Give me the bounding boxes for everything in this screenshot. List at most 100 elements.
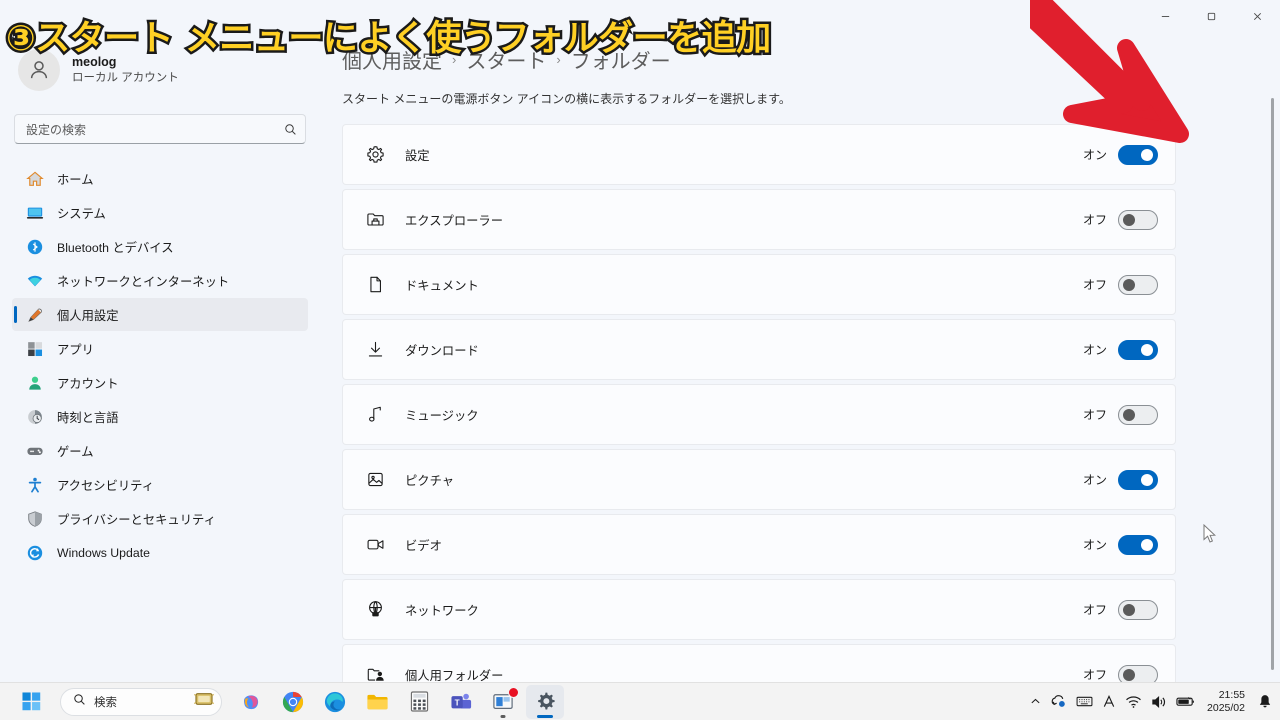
- toggle-state-label: オフ: [1082, 603, 1107, 617]
- toggle-knob: [1123, 278, 1135, 291]
- toggle-state-label: オン: [1082, 473, 1107, 487]
- sidebar-item-9[interactable]: ゲーム: [12, 434, 308, 467]
- onedrive-sync-icon[interactable]: [1050, 694, 1067, 709]
- taskbar-app-settings[interactable]: [526, 684, 564, 719]
- personalization-icon: [26, 306, 44, 324]
- accessibility-icon: [26, 476, 44, 494]
- folder-row[interactable]: エクスプローラー オフ: [342, 189, 1176, 250]
- folder-row[interactable]: 個人用フォルダー オフ: [342, 644, 1176, 682]
- sidebar-item-12[interactable]: Windows Update: [12, 536, 308, 569]
- taskbar: 検索 T 21:55 2025/02: [0, 682, 1280, 720]
- folder-row[interactable]: ビデオ オン: [342, 514, 1176, 575]
- ime-mode-a-icon[interactable]: [1102, 694, 1116, 709]
- folder-row[interactable]: ミュージック オフ: [342, 384, 1176, 445]
- folder-row[interactable]: ピクチャ オン: [342, 449, 1176, 510]
- taskbar-app-teams[interactable]: T: [442, 685, 480, 719]
- sidebar-item-3[interactable]: Bluetooth とデバイス: [12, 230, 308, 263]
- volume-icon[interactable]: [1151, 695, 1167, 709]
- taskbar-app-chrome[interactable]: [274, 685, 312, 719]
- folder-row[interactable]: ドキュメント オフ: [342, 254, 1176, 315]
- personal-folder-icon: [365, 665, 385, 682]
- folder-icon: [366, 694, 388, 709]
- sidebar-item-7[interactable]: アカウント: [12, 366, 308, 399]
- sidebar-item-6[interactable]: アプリ: [12, 332, 308, 365]
- picture-icon: [365, 470, 385, 489]
- clock-date: 2025/02: [1207, 701, 1245, 714]
- download-icon: [365, 340, 385, 359]
- video-camera-icon: [365, 535, 385, 554]
- toggle-knob: [1123, 408, 1135, 421]
- folder-label: 設定: [405, 148, 430, 163]
- home-icon: [26, 170, 44, 188]
- folder-row[interactable]: ネットワーク オフ: [342, 579, 1176, 640]
- wifi-icon[interactable]: [1125, 695, 1142, 709]
- toggle-state-label: オン: [1082, 538, 1107, 552]
- music-note-icon: [365, 405, 385, 424]
- sidebar-item-label: Windows Update: [57, 545, 150, 560]
- chevron-up-icon[interactable]: [1030, 696, 1041, 707]
- sidebar-item-1[interactable]: ホーム: [12, 162, 308, 195]
- taskbar-app-store[interactable]: [484, 685, 522, 719]
- sidebar-item-2[interactable]: システム: [12, 196, 308, 229]
- sidebar-item-4[interactable]: ネットワークとインターネット: [12, 264, 308, 297]
- folder-toggle[interactable]: [1118, 339, 1158, 360]
- folder-label: ピクチャ: [405, 473, 455, 488]
- vertical-scrollbar[interactable]: [1271, 98, 1274, 670]
- sidebar-item-label: ゲーム: [57, 444, 94, 459]
- sidebar-item-label: システム: [57, 206, 106, 221]
- sidebar-item-label: アプリ: [57, 342, 94, 357]
- calculator-icon: [410, 691, 428, 712]
- close-button[interactable]: [1234, 0, 1280, 32]
- teams-icon: T: [451, 693, 472, 709]
- taskbar-clock[interactable]: 21:55 2025/02: [1207, 689, 1245, 715]
- sidebar-item-8[interactable]: 時刻と言語: [12, 400, 308, 433]
- search-input[interactable]: 設定の検索: [14, 114, 306, 144]
- folder-toggle[interactable]: [1118, 599, 1158, 620]
- sidebar-nav: ホーム システム Bluetooth とデバイス ネットワークとインターネット …: [0, 162, 320, 569]
- keyboard-ime-icon[interactable]: [1076, 695, 1093, 708]
- folder-toggle[interactable]: [1118, 664, 1158, 682]
- accounts-icon: [26, 374, 44, 392]
- apps-icon: [26, 340, 44, 358]
- taskbar-app-file-explorer[interactable]: [358, 685, 396, 719]
- sidebar-item-11[interactable]: プライバシーとセキュリティ: [12, 502, 308, 535]
- start-button[interactable]: [12, 685, 50, 719]
- sidebar-item-label: Bluetooth とデバイス: [57, 240, 174, 255]
- document-icon: [365, 275, 385, 294]
- taskbar-app-copilot[interactable]: [232, 685, 270, 719]
- taskbar-search-label: 検索: [94, 696, 117, 709]
- taskbar-app-edge[interactable]: [316, 685, 354, 719]
- folder-toggle[interactable]: [1118, 534, 1158, 555]
- folder-row[interactable]: ダウンロード オン: [342, 319, 1176, 380]
- toggle-knob: [1141, 473, 1153, 486]
- toggle-knob: [1123, 213, 1135, 226]
- windows-update-icon: [26, 544, 44, 562]
- sidebar-item-5[interactable]: 個人用設定: [12, 298, 308, 331]
- taskbar-app-calculator[interactable]: [400, 685, 438, 719]
- folder-toggle[interactable]: [1118, 274, 1158, 295]
- edge-icon: [324, 691, 346, 712]
- folder-label: エクスプローラー: [405, 213, 504, 228]
- folder-list: 設定 オン エクスプローラー オフ ドキュメント オフ ダウンロード オン ミュージック オフ …: [342, 124, 1176, 682]
- bell-icon[interactable]: [1258, 694, 1272, 709]
- folder-toggle[interactable]: [1118, 469, 1158, 490]
- taskbar-search-box[interactable]: 検索: [60, 687, 222, 716]
- toggle-knob: [1141, 538, 1153, 551]
- ime-pad-icon[interactable]: [193, 691, 215, 712]
- folder-toggle[interactable]: [1118, 209, 1158, 230]
- sidebar-item-label: 個人用設定: [57, 308, 119, 323]
- privacy-security-icon: [26, 510, 44, 528]
- profile-subtitle: ローカル アカウント: [72, 72, 179, 84]
- system-icon: [26, 204, 44, 222]
- toggle-state-label: オフ: [1082, 408, 1107, 422]
- settings-gear-icon: [537, 692, 555, 710]
- search-placeholder: 設定の検索: [26, 122, 87, 137]
- file-explorer-icon: [365, 210, 385, 229]
- gear-icon: [365, 145, 385, 164]
- battery-icon[interactable]: [1176, 695, 1196, 708]
- clock-time: 21:55: [1218, 688, 1245, 701]
- sidebar-item-label: ホーム: [57, 172, 94, 187]
- sidebar-item-label: プライバシーとセキュリティ: [57, 512, 216, 527]
- folder-toggle[interactable]: [1118, 404, 1158, 425]
- sidebar-item-10[interactable]: アクセシビリティ: [12, 468, 308, 501]
